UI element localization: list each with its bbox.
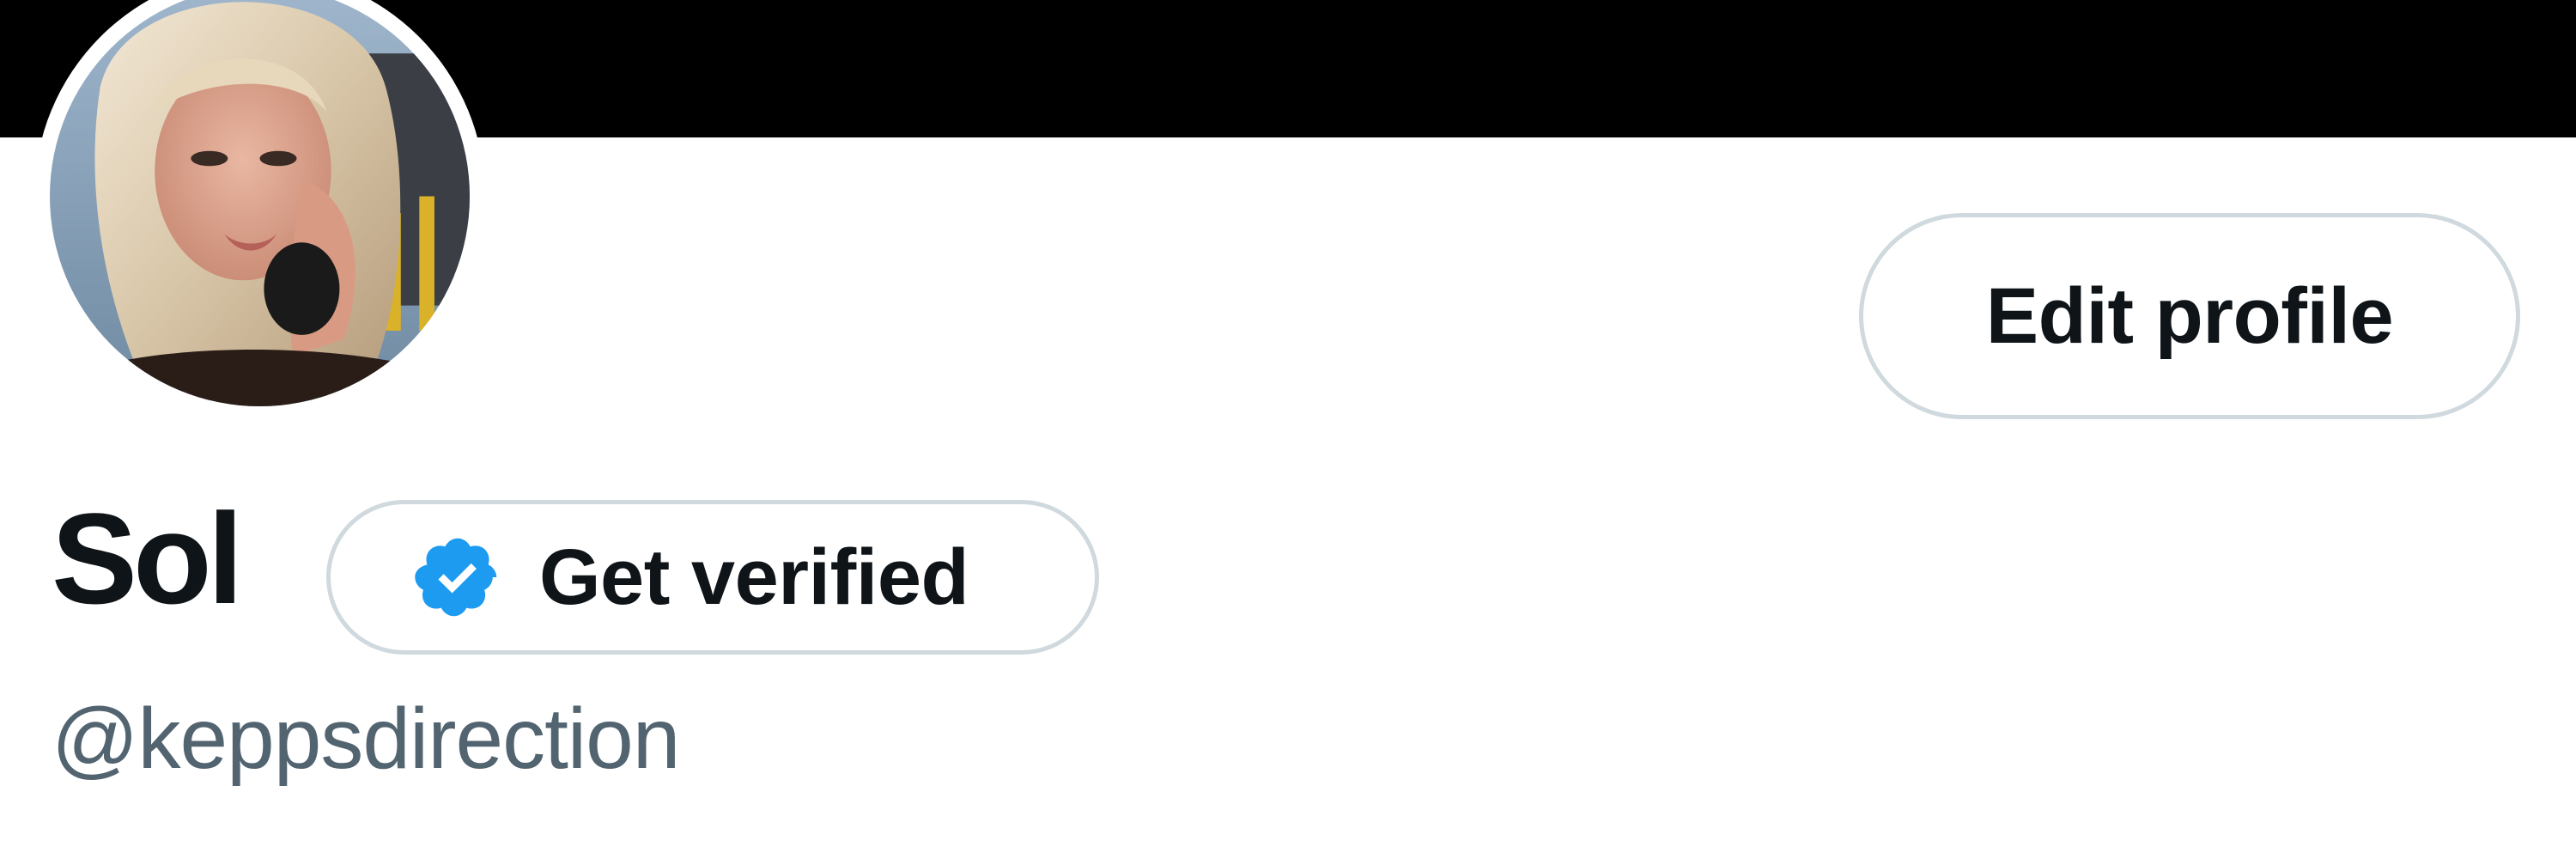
display-name: Sol [52, 486, 243, 631]
avatar-photo [50, 0, 470, 406]
user-handle: @keppsdirection [52, 691, 680, 787]
avatar[interactable] [34, 0, 485, 422]
edit-profile-button[interactable]: Edit profile [1859, 213, 2520, 419]
profile-header: Edit profile Sol Get verified @keppsdire… [0, 0, 2576, 859]
get-verified-button[interactable]: Get verified [326, 500, 1099, 655]
verified-badge-icon [412, 532, 503, 623]
get-verified-label: Get verified [539, 533, 969, 621]
